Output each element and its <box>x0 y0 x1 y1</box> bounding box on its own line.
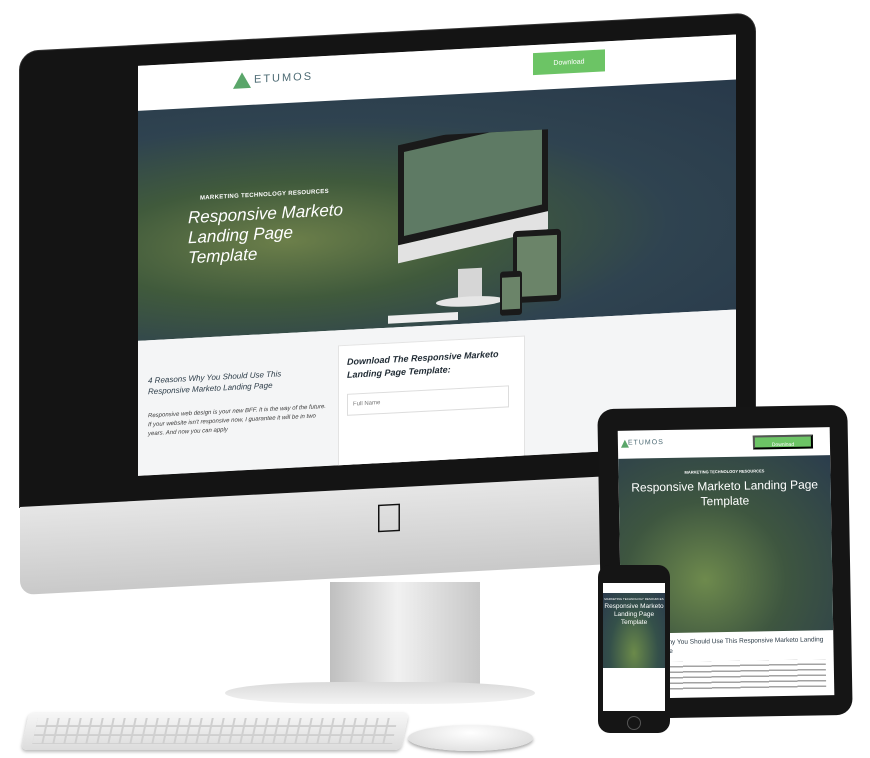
download-form: Download The Responsive Marketo Landing … <box>338 335 525 468</box>
keyboard <box>20 712 410 750</box>
form-title: Download The Responsive Marketo Landing … <box>347 348 499 380</box>
phone-hero-kicker: MARKETING TECHNOLOGY RESOURCES <box>604 597 664 601</box>
tablet-logo-text: ETUMOS <box>627 439 664 447</box>
hero-banner: MARKETING TECHNOLOGY RESOURCES Responsiv… <box>138 79 736 341</box>
full-name-field[interactable] <box>347 385 509 416</box>
imac-stand <box>330 582 480 692</box>
hero-title: Responsive Marketo Landing Page Template <box>188 200 343 268</box>
home-button <box>627 716 641 730</box>
tablet-download-button[interactable]: Download Resource <box>752 434 814 462</box>
etumos-logo-icon <box>233 71 251 89</box>
phone-hero: MARKETING TECHNOLOGY RESOURCES Responsiv… <box>603 593 665 668</box>
phone-screen: MARKETING TECHNOLOGY RESOURCES Responsiv… <box>603 583 665 711</box>
phone-device: MARKETING TECHNOLOGY RESOURCES Responsiv… <box>598 565 670 733</box>
apple-logo-icon:  <box>372 496 406 542</box>
download-resource-button[interactable]: Download Resource <box>533 49 605 89</box>
phone-hero-title: Responsive Marketo Landing Page Template <box>604 603 664 626</box>
devices-preview-image <box>388 128 561 324</box>
logo-text: ETUMOS <box>254 70 314 86</box>
tablet-hero-kicker: MARKETING TECHNOLOGY RESOURCES <box>684 468 765 475</box>
hero-kicker: MARKETING TECHNOLOGY RESOURCES <box>200 188 329 202</box>
keyboard-keys <box>32 718 398 744</box>
mouse <box>408 725 533 751</box>
imac-stand-base <box>225 682 535 704</box>
tablet-hero-title: Responsive Marketo Landing Page Template <box>631 477 819 509</box>
